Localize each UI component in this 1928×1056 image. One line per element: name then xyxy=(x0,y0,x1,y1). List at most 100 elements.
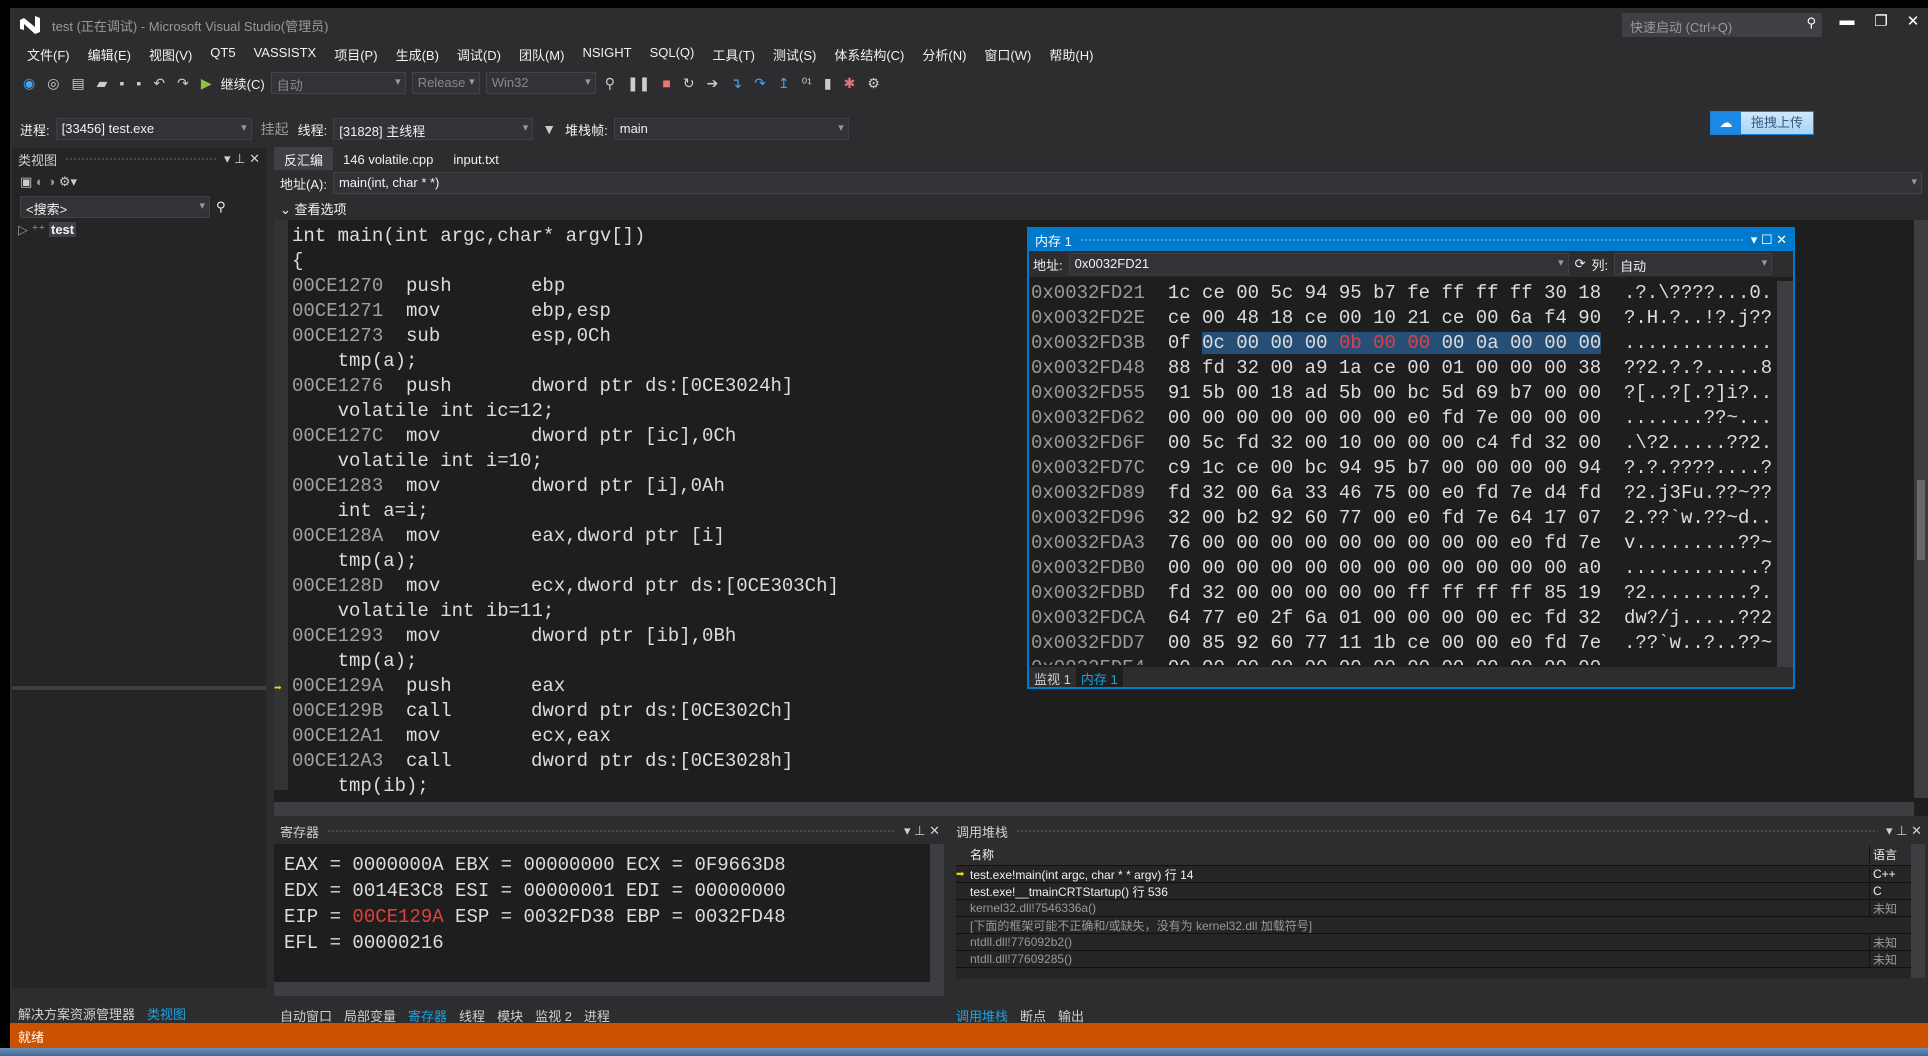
back-icon[interactable]: ◉ xyxy=(20,75,38,92)
menu-item[interactable]: 项目(P) xyxy=(325,42,386,64)
code-line: 00CE12A1 mov ecx,eax xyxy=(292,724,839,749)
back-icon[interactable]: ◐ ◑ xyxy=(36,174,55,189)
address-combo[interactable]: main(int, char * *) xyxy=(332,172,1922,194)
continue-button[interactable]: 继续(C) xyxy=(221,74,265,93)
suspend-button[interactable]: 挂起 xyxy=(258,119,292,139)
vertical-scrollbar[interactable] xyxy=(1914,220,1928,798)
class-search-input[interactable]: <搜索> xyxy=(20,196,210,218)
tab-item[interactable]: 反汇编 xyxy=(274,146,334,172)
menu-item[interactable]: 分析(N) xyxy=(913,42,975,64)
upload-button[interactable]: ☁ 拖拽上传 xyxy=(1710,111,1814,135)
redo-icon[interactable]: ↷ xyxy=(174,75,192,92)
more-tools-icon[interactable]: ⚙ xyxy=(864,75,883,92)
call-stack-row[interactable]: ntdll.dll!776092b2() 未知 xyxy=(956,933,1911,951)
pin-icon[interactable]: ▾ ⊥ ✕ xyxy=(904,823,940,839)
tree-item-test[interactable]: ▷ ⁺⁺ test xyxy=(12,218,266,242)
menu-item[interactable]: 团队(M) xyxy=(510,42,574,64)
show-next-statement-icon[interactable]: ➔ xyxy=(704,75,722,92)
expand-icon[interactable]: ▷ xyxy=(18,222,28,237)
operands: dword ptr ds:[0CE302Ch] xyxy=(531,700,794,722)
menu-item[interactable]: SQL(Q) xyxy=(641,42,704,64)
solution-config-combo[interactable]: 自动 xyxy=(270,72,406,94)
call-stack-scrollbar[interactable] xyxy=(1911,844,1925,978)
menu-item[interactable]: 视图(V) xyxy=(140,42,201,64)
hex-display-icon[interactable]: ⁰¹ xyxy=(799,75,815,92)
horizontal-scrollbar[interactable] xyxy=(274,802,1914,816)
pin-icon[interactable]: ▾ ⊥ ✕ xyxy=(1886,823,1922,839)
menu-item[interactable]: 帮助(H) xyxy=(1040,42,1102,64)
operands: ecx,dword ptr ds:[0CE303Ch] xyxy=(531,575,839,597)
minimize-button[interactable]: ▬ xyxy=(1832,12,1862,34)
close-button[interactable]: ✕ xyxy=(1898,12,1928,34)
menu-item[interactable]: 调试(D) xyxy=(448,42,510,64)
call-stack-row[interactable]: ➡ test.exe!main(int argc, char * * argv) … xyxy=(956,866,1911,883)
restore-button[interactable]: ❐ xyxy=(1866,12,1896,34)
open-icon[interactable]: ▰ xyxy=(94,75,111,92)
platform-combo[interactable]: Win32 xyxy=(485,72,596,94)
memory-address: 0x0032FDCA xyxy=(1031,607,1146,629)
menu-item[interactable]: NSIGHT xyxy=(573,42,640,64)
attach-icon[interactable]: ⚲ xyxy=(602,75,618,92)
refresh-icon[interactable]: ⟳ xyxy=(1575,256,1586,272)
tab-item[interactable]: 146 volatile.cpp xyxy=(333,149,443,170)
stop-icon[interactable]: ■ xyxy=(659,75,673,91)
new-folder-icon[interactable]: ▣ xyxy=(20,174,32,189)
save-icon[interactable]: ▪ xyxy=(116,75,127,91)
forward-icon[interactable]: ◎ xyxy=(44,75,62,92)
pause-icon[interactable]: ❚❚ xyxy=(624,75,653,92)
call-stack-row[interactable]: [下面的框架可能不正确和/或缺失，没有为 kernel32.dll 加载符号] xyxy=(956,917,1911,934)
breakpoint-gutter[interactable] xyxy=(274,220,288,790)
memory-address: 0x0032FD3B xyxy=(1031,332,1146,354)
save-all-icon[interactable]: ▪ xyxy=(133,75,144,91)
source-line: volatile int i=10; xyxy=(292,450,543,472)
scrollbar-thumb[interactable] xyxy=(1917,480,1925,560)
process-combo[interactable]: [33456] test.exe xyxy=(55,118,252,140)
menu-item[interactable]: 生成(B) xyxy=(387,42,448,64)
pin-icon[interactable]: ▾ ⊥ ✕ xyxy=(224,151,260,167)
call-stack-row[interactable]: ntdll.dll!77609285() 未知 xyxy=(956,950,1911,968)
splitter[interactable] xyxy=(12,686,266,690)
bookmark-icon[interactable]: ▮ xyxy=(821,75,835,92)
new-project-icon[interactable]: ▤ xyxy=(68,75,87,92)
menu-item[interactable]: VASSISTX xyxy=(245,42,326,64)
filter-icon[interactable]: ▼ xyxy=(539,121,559,137)
menu-item[interactable]: 体系结构(C) xyxy=(825,42,913,64)
column-language[interactable]: 语言 xyxy=(1869,846,1911,863)
menu-item[interactable]: 窗口(W) xyxy=(975,42,1040,64)
memory-scrollbar[interactable] xyxy=(1777,281,1793,667)
step-over-icon[interactable]: ↷ xyxy=(751,75,769,92)
columns-combo[interactable]: 自动 xyxy=(1614,253,1773,275)
quick-launch-input[interactable]: 快速启动 (Ctrl+Q) ⚲ xyxy=(1622,13,1822,37)
tab-item[interactable]: input.txt xyxy=(443,149,509,170)
call-stack-row[interactable]: test.exe!__tmainCRTStartup() 行 536 C xyxy=(956,883,1911,900)
memory-address-combo[interactable]: 0x0032FD21 xyxy=(1068,253,1569,275)
stack-frame-combo[interactable]: main xyxy=(613,118,849,140)
menu-item[interactable]: QT5 xyxy=(201,42,244,64)
restart-icon[interactable]: ↻ xyxy=(680,75,698,92)
settings-icon[interactable]: ⚙▾ xyxy=(59,174,77,189)
undo-icon[interactable]: ↶ xyxy=(150,75,168,92)
breakpoint-tools-icon[interactable]: ✱ xyxy=(841,75,859,92)
configuration-combo[interactable]: Release xyxy=(411,72,480,94)
registers-hscrollbar[interactable] xyxy=(274,982,944,996)
thread-combo[interactable]: [31828] 主线程 xyxy=(333,118,534,140)
menu-item[interactable]: 测试(S) xyxy=(764,42,825,64)
column-name[interactable]: 名称 xyxy=(966,846,1869,863)
tab-item[interactable]: 监视 1 xyxy=(1029,667,1076,687)
search-icon[interactable]: ⚲ xyxy=(216,199,226,215)
menu-item[interactable]: 工具(T) xyxy=(703,42,764,64)
step-into-icon[interactable]: ↴ xyxy=(727,75,745,92)
code-line: 00CE128D mov ecx,dword ptr ds:[0CE303Ch] xyxy=(292,574,839,599)
tab-item[interactable]: 内存 1 xyxy=(1075,667,1123,687)
view-options-toggle[interactable]: ⌄ 查看选项 xyxy=(274,196,1928,220)
window-controls-icon[interactable]: ▾ ☐ ✕ xyxy=(1751,232,1787,248)
menu-item[interactable]: 文件(F) xyxy=(18,42,79,64)
menu-item[interactable]: 编辑(E) xyxy=(79,42,140,64)
call-stack-row[interactable]: kernel32.dll!7546336a() 未知 xyxy=(956,899,1911,917)
step-out-icon[interactable]: ↥ xyxy=(775,75,793,92)
memory-bytes: 91 5b 00 18 ad 5b 00 bc 5d 69 b7 00 00 xyxy=(1167,382,1602,404)
continue-icon[interactable]: ▶ xyxy=(198,75,215,92)
current-frame-arrow-icon: ➡ xyxy=(956,868,965,880)
registers-scrollbar[interactable] xyxy=(930,844,944,982)
source-line: tmp(a); xyxy=(292,650,418,672)
